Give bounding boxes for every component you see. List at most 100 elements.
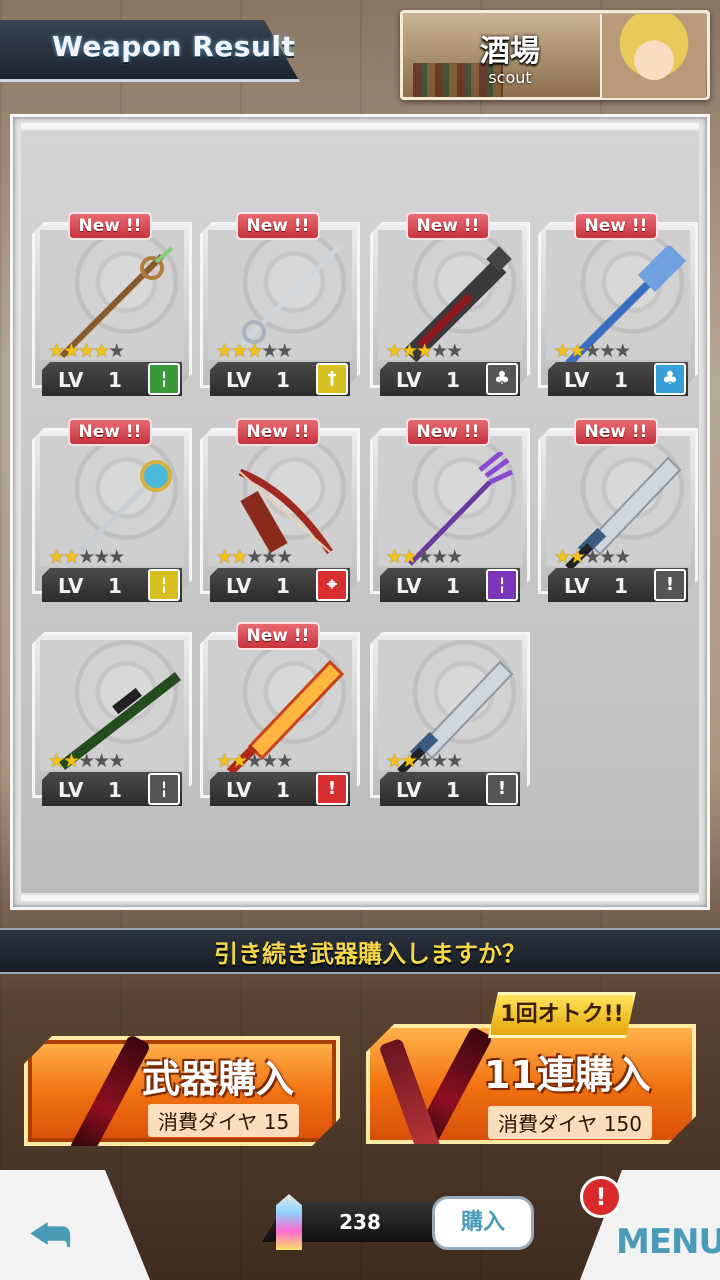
star-filled-icon: ★	[554, 546, 571, 568]
star-filled-icon: ★	[216, 340, 233, 362]
star-empty-icon: ★	[614, 546, 631, 568]
weapon-type-icon: ¦	[486, 569, 518, 601]
new-badge: New !!	[574, 212, 658, 240]
level-value: 1	[446, 778, 460, 802]
weapon-type-icon: ⌖	[316, 569, 348, 601]
weapon-type-icon: !	[486, 773, 518, 805]
star-empty-icon: ★	[431, 750, 448, 772]
star-empty-icon: ★	[93, 546, 110, 568]
weapon-card[interactable]: New !! ★★★★★ LV 1 ¦	[32, 418, 192, 602]
star-empty-icon: ★	[614, 340, 631, 362]
star-filled-icon: ★	[93, 340, 110, 362]
back-arrow-icon[interactable]: ⮪	[30, 1210, 71, 1261]
level-value: 1	[614, 574, 628, 598]
weapon-card[interactable]: New !! ★★★★★ LV 1 ♣	[538, 212, 698, 396]
new-badge: New !!	[574, 418, 658, 446]
weapon-card[interactable]: New !! ★★★★★ LV 1!	[200, 622, 360, 806]
star-filled-icon: ★	[231, 750, 248, 772]
star-filled-icon: ★	[231, 546, 248, 568]
weapon-card[interactable]: New !! ★★★★★ LV 1 ¦	[370, 418, 530, 602]
star-filled-icon: ★	[48, 546, 65, 568]
new-badge: New !!	[406, 418, 490, 446]
new-badge: New !!	[68, 418, 152, 446]
new-badge: New !!	[236, 622, 320, 650]
promo-badge: 1回オトク!!	[488, 992, 636, 1038]
weapon-card[interactable]: ★★★★★ LV 1 ¦	[32, 622, 192, 806]
level-label: LV	[58, 368, 84, 392]
level-label: LV	[564, 368, 590, 392]
level-label: LV	[396, 778, 422, 802]
level-label: LV	[396, 368, 422, 392]
star-filled-icon: ★	[416, 340, 433, 362]
level-value: 1	[614, 368, 628, 392]
weapon-card[interactable]: New !! ★★★★★ LV 1 ♣	[370, 212, 530, 396]
star-empty-icon: ★	[446, 340, 463, 362]
star-empty-icon: ★	[584, 340, 601, 362]
star-empty-icon: ★	[446, 546, 463, 568]
weapon-type-icon: ♣	[654, 363, 686, 395]
purchase-diamonds-button[interactable]: 購入	[432, 1196, 534, 1250]
level-value: 1	[108, 778, 122, 802]
star-filled-icon: ★	[401, 750, 418, 772]
level-value: 1	[446, 574, 460, 598]
star-filled-icon: ★	[63, 546, 80, 568]
star-empty-icon: ★	[276, 750, 293, 772]
rarity-stars: ★★★★★	[48, 546, 125, 568]
buy-weapon-cost: 消費ダイヤ 15	[148, 1104, 300, 1137]
star-empty-icon: ★	[93, 750, 110, 772]
star-empty-icon: ★	[276, 546, 293, 568]
star-filled-icon: ★	[569, 340, 586, 362]
menu-label[interactable]: MENU	[616, 1222, 720, 1262]
star-empty-icon: ★	[108, 750, 125, 772]
star-filled-icon: ★	[246, 340, 263, 362]
star-filled-icon: ★	[386, 750, 403, 772]
level-label: LV	[58, 778, 84, 802]
level-value: 1	[446, 368, 460, 392]
star-empty-icon: ★	[276, 340, 293, 362]
new-badge: New !!	[236, 212, 320, 240]
panel-divider-top	[21, 123, 699, 129]
level-value: 1	[276, 368, 290, 392]
star-filled-icon: ★	[386, 340, 403, 362]
character-avatar	[600, 14, 706, 98]
star-filled-icon: ★	[63, 340, 80, 362]
weapon-card[interactable]: New !! ★★★★★ LV 1 ⌖	[200, 418, 360, 602]
buy-11-cost: 消費ダイヤ 150	[488, 1106, 652, 1139]
weapon-card[interactable]: New !! ★★★★★ LV 1 †	[200, 212, 360, 396]
rarity-stars: ★★★★★	[216, 750, 293, 772]
level-label: LV	[226, 368, 252, 392]
star-empty-icon: ★	[108, 546, 125, 568]
star-empty-icon: ★	[246, 546, 263, 568]
continue-purchase-prompt: 引き続き武器購入しますか？	[214, 940, 526, 968]
rarity-stars: ★★★★★	[48, 750, 125, 772]
location-subtitle: scout	[488, 68, 532, 87]
star-filled-icon: ★	[63, 750, 80, 772]
location-name: 酒場	[480, 34, 540, 69]
level-label: LV	[226, 574, 252, 598]
star-empty-icon: ★	[78, 546, 95, 568]
rarity-stars: ★★★★★	[216, 340, 293, 362]
weapon-type-icon: ¦	[148, 363, 180, 395]
weapon-type-icon: ¦	[148, 569, 180, 601]
diamond-count: 238	[339, 1210, 381, 1234]
weapon-card[interactable]: ★★★★★ LV 1!	[370, 622, 530, 806]
star-filled-icon: ★	[386, 546, 403, 568]
level-label: LV	[564, 574, 590, 598]
star-empty-icon: ★	[599, 340, 616, 362]
star-empty-icon: ★	[446, 750, 463, 772]
star-filled-icon: ★	[401, 546, 418, 568]
star-filled-icon: ★	[216, 750, 233, 772]
rarity-stars: ★★★★★	[386, 750, 463, 772]
star-empty-icon: ★	[246, 750, 263, 772]
weapon-type-icon: !	[316, 773, 348, 805]
weapon-card[interactable]: New !! ★★★★★ LV 1!	[538, 418, 698, 602]
star-filled-icon: ★	[48, 750, 65, 772]
star-filled-icon: ★	[401, 340, 418, 362]
sword-icon	[69, 1034, 151, 1160]
level-label: LV	[226, 778, 252, 802]
star-empty-icon: ★	[108, 340, 125, 362]
star-empty-icon: ★	[431, 340, 448, 362]
level-value: 1	[276, 574, 290, 598]
weapon-card[interactable]: New !! ★★★★★ LV 1 ¦	[32, 212, 192, 396]
star-empty-icon: ★	[584, 546, 601, 568]
